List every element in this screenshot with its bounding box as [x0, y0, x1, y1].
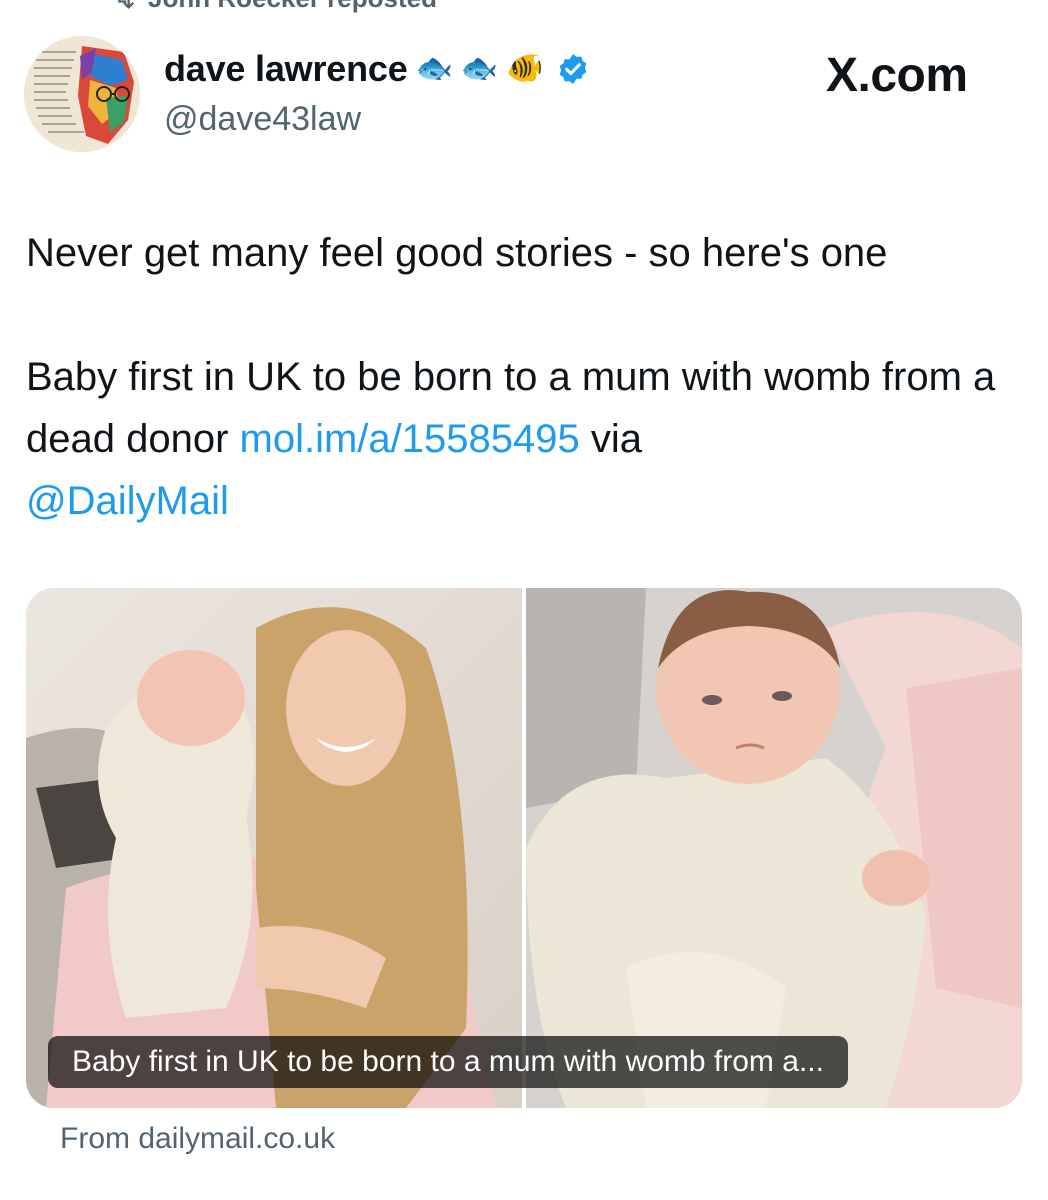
tweet-line-1: Never get many feel good stories - so he…: [26, 231, 888, 275]
article-link[interactable]: mol.im/a/15585495: [240, 417, 580, 461]
card-headline-caption[interactable]: Baby first in UK to be born to a mum wit…: [48, 1036, 848, 1088]
card-source-domain[interactable]: From dailymail.co.uk: [60, 1122, 335, 1156]
author-handle[interactable]: @dave43law: [164, 100, 361, 139]
verified-badge-icon[interactable]: [556, 52, 590, 86]
tropical-fish-icon: 🐠: [506, 52, 544, 85]
via-text: via: [579, 417, 642, 461]
repost-label: John Roecker reposted: [148, 0, 437, 14]
tweet-paragraph-2: Baby first in UK to be born to a mum wit…: [26, 346, 1016, 532]
link-preview-card[interactable]: Baby first in UK to be born to a mum wit…: [26, 588, 1022, 1108]
dailymail-mention[interactable]: @DailyMail: [26, 479, 229, 523]
repost-icon: [118, 0, 135, 9]
x-com-watermark: X.com: [826, 49, 968, 102]
fish-icon: 🐟: [460, 52, 499, 85]
fish-icon: 🐟: [415, 52, 453, 85]
author-display-name[interactable]: dave lawrence: [164, 48, 408, 90]
repost-indicator[interactable]: John Roecker reposted: [110, 0, 437, 13]
avatar-image: [24, 36, 140, 152]
author-name-row[interactable]: dave lawrence 🐟 🐟 🐠: [164, 48, 590, 90]
mother-holding-baby-photo: [26, 588, 522, 1108]
tweet-body: Never get many feel good stories - so he…: [26, 222, 1016, 532]
avatar[interactable]: [24, 36, 140, 152]
baby-portrait-photo: [526, 588, 1022, 1108]
